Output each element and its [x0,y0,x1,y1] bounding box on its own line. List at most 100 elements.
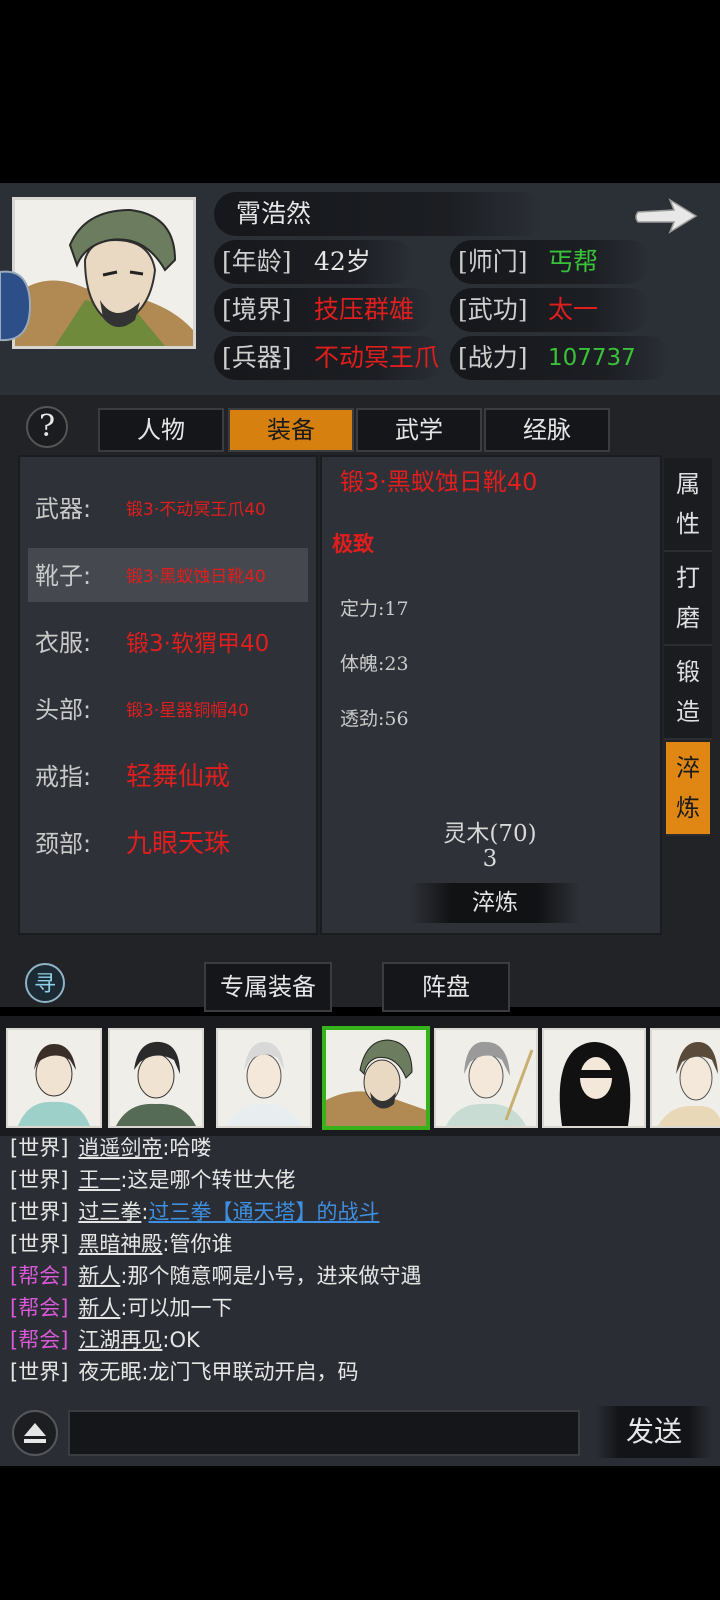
age-value: 42岁 [314,247,371,276]
tab-martial-arts[interactable]: 武学 [356,408,482,452]
weapon-label: [兵器] [222,343,292,372]
sect-value: 丐帮 [548,247,599,276]
chat-sender[interactable]: 过三拳 [78,1200,141,1224]
party-avatar-selected[interactable] [322,1026,430,1130]
party-avatar[interactable] [108,1028,204,1128]
party-avatar[interactable] [6,1028,102,1128]
seal-icon[interactable]: 寻 [24,962,66,1004]
expand-chat-button[interactable] [12,1410,58,1456]
slot-clothes[interactable]: 衣服: 锻3·软猬甲40 [20,615,316,669]
side-tab-char: 打 [676,564,700,592]
slot-ring[interactable]: 戒指: 轻舞仙戒 [20,749,316,803]
chat-sender[interactable]: 夜无眠 [78,1360,141,1384]
chat-line[interactable]: [世界] 王一:这是哪个转世大佬 [10,1166,295,1194]
chat-channel: [帮会] [10,1328,69,1352]
martial-label: [武功] [458,295,528,324]
slot-label: 戒指: [35,763,92,791]
send-button[interactable]: 发送 [596,1406,712,1458]
power-value: 107737 [548,345,636,371]
formation-plate-button[interactable]: 阵盘 [382,962,510,1012]
chat-line[interactable]: [世界] 夜无眠:龙门飞甲联动开启，码 [10,1358,358,1386]
party-avatar[interactable] [434,1028,538,1128]
chat-text: :这是哪个转世大佬 [120,1168,296,1192]
chat-text: :哈喽 [162,1136,212,1160]
slot-value: 锻3·软猬甲40 [126,631,270,657]
character-name: 霄浩然 [236,199,312,228]
exclusive-equipment-button[interactable]: 专属装备 [204,962,332,1012]
arrow-right-icon[interactable] [634,196,698,236]
chat-sender[interactable]: 新人 [78,1264,120,1288]
martial-value: 太一 [548,295,599,324]
power-label: [战力] [458,343,528,372]
stat-line: 定力:17 [340,598,409,620]
realm-value: 技压群雄 [314,295,415,324]
side-tab-char: 锻 [676,658,700,686]
chat-input[interactable] [68,1410,580,1456]
side-tab-char: 性 [676,510,700,538]
stat-line: 体魄:23 [340,653,409,675]
side-tab-forge[interactable]: 锻 造 [664,646,712,740]
sect-label: [师门] [458,247,528,276]
slot-label: 武器: [35,495,92,523]
side-tab-char: 淬 [676,754,700,782]
slot-weapon[interactable]: 武器: 锻3·不动冥王爪40 [20,481,316,535]
chat-channel: [世界] [10,1232,69,1256]
side-tab-char: 炼 [676,794,700,822]
side-tab-polish[interactable]: 打 磨 [664,552,712,646]
slot-label: 颈部: [35,830,92,858]
chat-line[interactable]: [世界] 过三拳:过三拳【通天塔】的战斗 [10,1198,379,1226]
slot-value: 九眼天珠 [126,829,231,859]
stat-line: 透劲:56 [340,708,409,730]
slot-head[interactable]: 头部: 锻3·星器铜帽40 [20,682,316,736]
party-avatar[interactable] [216,1028,312,1128]
chat-text: :OK [162,1328,200,1352]
battle-replay-link[interactable]: 过三拳【通天塔】的战斗 [148,1200,379,1224]
item-quality: 极致 [332,531,374,556]
chat-channel: [世界] [10,1360,69,1384]
chat-sender[interactable]: 新人 [78,1296,120,1320]
slot-label: 靴子: [35,562,92,590]
slot-value: 锻3·星器铜帽40 [126,701,249,721]
party-avatar[interactable] [650,1028,720,1128]
material-name: 灵木(70) [443,821,537,847]
chat-text: :可以加一下 [120,1296,233,1320]
tab-meridians[interactable]: 经脉 [484,408,610,452]
chat-line[interactable]: [世界] 逍遥剑帝:哈喽 [10,1134,211,1162]
chat-line[interactable]: [世界] 黑暗神殿:管你谁 [10,1230,232,1258]
side-tab-char: 磨 [676,604,700,632]
tab-character[interactable]: 人物 [98,408,224,452]
party-avatar[interactable] [542,1028,646,1128]
slot-value: 轻舞仙戒 [126,762,231,792]
side-tab-char: 造 [676,698,700,726]
chat-sender[interactable]: 逍遥剑帝 [78,1136,162,1160]
chat-sender[interactable]: 黑暗神殿 [78,1232,162,1256]
side-tab-char: 属 [676,470,700,498]
help-icon[interactable]: ? [26,406,68,448]
tab-equipment[interactable]: 装备 [228,408,354,452]
side-tab-attributes[interactable]: 属 性 [664,458,712,552]
character-portrait[interactable] [12,197,196,349]
slot-neck[interactable]: 颈部: 九眼天珠 [20,816,316,870]
slot-boots[interactable]: 靴子: 锻3·黑蚁蚀日靴40 [28,548,308,602]
slot-label: 头部: [35,696,92,724]
weapon-value: 不动冥王爪 [314,343,440,372]
side-tab-refine[interactable]: 淬 炼 [666,742,710,836]
chat-line[interactable]: [帮会] 新人:那个随意啊是小号，进来做守遇 [10,1262,421,1290]
chat-text: :那个随意啊是小号，进来做守遇 [120,1264,422,1288]
frame-ornament-icon [0,270,32,342]
chat-line[interactable]: [帮会] 新人:可以加一下 [10,1294,232,1322]
equipment-slot-list: 武器: 锻3·不动冥王爪40 靴子: 锻3·黑蚁蚀日靴40 衣服: 锻3·软猬甲… [18,455,318,935]
chat-channel: [世界] [10,1168,69,1192]
chat-line[interactable]: [帮会] 江湖再见:OK [10,1326,200,1354]
refine-button[interactable]: 淬炼 [410,883,580,923]
age-label: [年龄] [222,247,292,276]
chat-text: :龙门飞甲联动开启，码 [141,1360,359,1384]
chat-sender[interactable]: 王一 [78,1168,120,1192]
chat-channel: [帮会] [10,1264,69,1288]
item-name: 锻3·黑蚁蚀日靴40 [340,468,538,496]
slot-value: 锻3·不动冥王爪40 [126,500,266,520]
chat-sender[interactable]: 江湖再见 [78,1328,162,1352]
chat-text: :管你谁 [162,1232,233,1256]
chat-channel: [世界] [10,1200,69,1224]
slot-value: 锻3·黑蚁蚀日靴40 [126,567,266,587]
